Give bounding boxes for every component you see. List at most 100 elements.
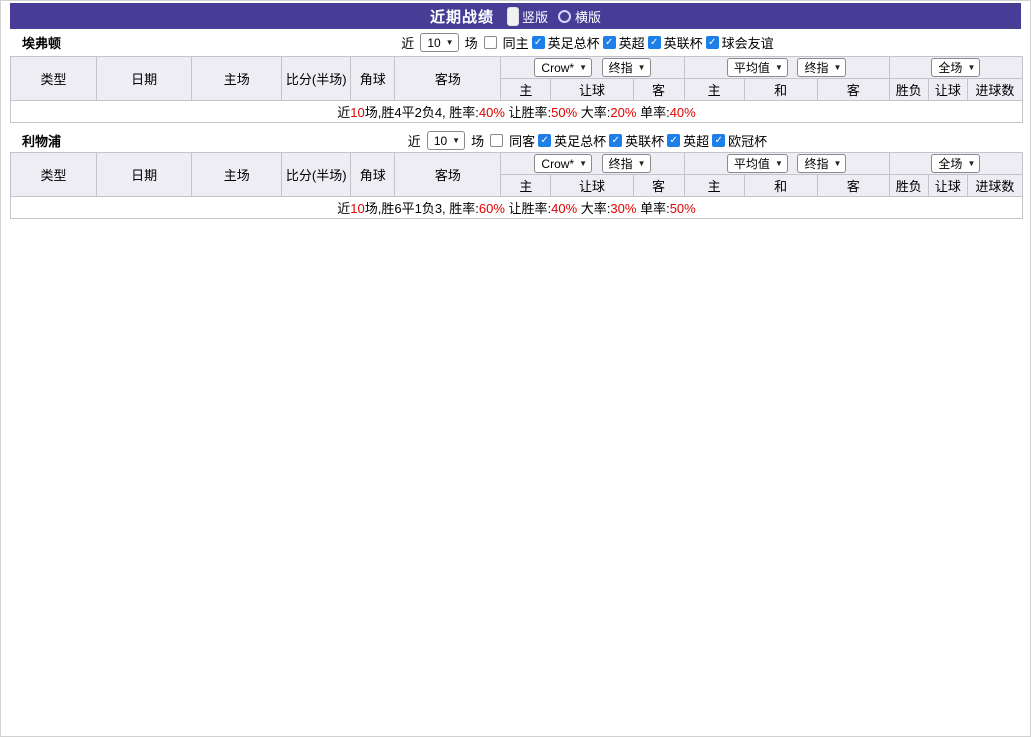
avg-source-select[interactable]: 平均值 ▼ <box>726 58 788 77</box>
radio-selected-icon[interactable] <box>506 6 519 26</box>
league-checkbox-checked-icon[interactable]: ✓ <box>712 134 726 147</box>
col-header-corner: 角球 <box>350 56 396 101</box>
league-checkbox-checked-icon[interactable]: ✓ <box>647 36 661 49</box>
chevron-down-icon: ▼ <box>833 159 842 168</box>
col-header-home: 主场 <box>191 152 283 197</box>
avg-group-header: 平均值 ▼ 终指 ▼ <box>683 56 890 79</box>
sub-header-handicap-result: 让球 <box>927 78 968 101</box>
col-header-home: 主场 <box>191 56 283 101</box>
sub-header-odds-home: 主 <box>500 174 552 197</box>
radio-vertical-layout[interactable]: 竖版 <box>504 6 548 26</box>
same-away-label: 同客 <box>509 134 536 149</box>
league-label: 英足总杯 <box>554 134 607 149</box>
same-home-checkbox[interactable] <box>483 36 497 49</box>
sub-header-goals: 进球数 <box>966 174 1024 197</box>
league-label: 英足总杯 <box>547 36 600 51</box>
sub-header-handicap: 让球 <box>550 174 634 197</box>
page: 近期战绩 竖版 横版 埃弗顿 近 10 ▼ 场 同主 ✓ 英足总杯 ✓ 英超 ✓ 英联杯… <box>0 0 1031 737</box>
league-checkbox-checked-icon[interactable]: ✓ <box>602 36 616 49</box>
title-bar: 近期战绩 竖版 横版 <box>10 3 1021 29</box>
games-label: 场 <box>464 36 478 51</box>
radio-unselected-icon[interactable] <box>558 9 571 23</box>
chevron-down-icon: ▼ <box>637 62 646 72</box>
chevron-down-icon: ▼ <box>833 63 842 72</box>
games-label: 场 <box>471 134 485 149</box>
odds-group-header: Crow* ▼ 终指 ▼ <box>500 56 685 79</box>
everton-matches-table: 类型 日期 主场 比分(半场) 角球 客场 Crow* ▼ 终指 ▼ 平均值 ▼ 终指… <box>9 56 1024 123</box>
same-away-checkbox[interactable] <box>490 134 504 147</box>
odds-source-select[interactable]: Crow* ▼ <box>534 58 593 78</box>
result-scope-select[interactable]: 全场 ▼ <box>931 154 981 173</box>
chevron-down-icon: ▼ <box>774 159 783 168</box>
odds-source-select[interactable]: Crow* ▼ <box>534 154 593 174</box>
col-header-score: 比分(半场) <box>281 56 352 101</box>
sub-header-avg-home: 主 <box>683 78 745 101</box>
col-header-date: 日期 <box>96 152 193 197</box>
league-checkbox-checked-icon[interactable]: ✓ <box>667 134 681 147</box>
sub-header-handicap: 让球 <box>550 78 634 101</box>
avg-time-select[interactable]: 终指 ▼ <box>797 58 847 77</box>
liverpool-filters: 近 10 ▼ 场 同客 ✓ 英足总杯 ✓ 英联杯 ✓ 英超 ✓ 欧冠杯 <box>408 131 767 150</box>
table-header: 类型 日期 主场 比分(半场) 角球 客场 Crow* ▼ 终指 ▼ 平均值 ▼ 终指… <box>9 56 1024 101</box>
sub-header-winloss: 胜负 <box>888 174 929 197</box>
league-label: 球会友谊 <box>721 36 774 51</box>
sub-header-avg-draw: 和 <box>743 78 818 101</box>
chevron-down-icon: ▼ <box>967 63 976 72</box>
col-header-corner: 角球 <box>350 152 396 197</box>
chevron-down-icon: ▼ <box>445 38 454 47</box>
col-header-score: 比分(半场) <box>281 152 352 197</box>
league-label: 英联杯 <box>625 134 665 149</box>
chevron-down-icon: ▼ <box>452 136 461 145</box>
table-header: 类型 日期 主场 比分(半场) 角球 客场 Crow* ▼ 终指 ▼ 平均值 ▼ 终指… <box>9 152 1024 197</box>
sub-header-avg-away: 客 <box>816 174 890 197</box>
section-liverpool-filter-row: 利物浦 近 10 ▼ 场 同客 ✓ 英足总杯 ✓ 英联杯 ✓ 英超 ✓ 欧冠杯 <box>10 129 1021 152</box>
odds-group-header: Crow* ▼ 终指 ▼ <box>500 152 685 175</box>
sub-header-odds-home: 主 <box>500 78 552 101</box>
league-checkbox-checked-icon[interactable]: ✓ <box>531 36 545 49</box>
team-name-liverpool: 利物浦 <box>22 134 62 149</box>
page-title: 近期战绩 <box>429 8 494 26</box>
col-header-away: 客场 <box>394 152 502 197</box>
sub-header-avg-away: 客 <box>816 78 890 101</box>
league-checkbox-checked-icon[interactable]: ✓ <box>705 36 719 49</box>
near-label: 近 <box>401 36 415 51</box>
avg-group-header: 平均值 ▼ 终指 ▼ <box>683 152 890 175</box>
odds-time-select[interactable]: 终指 ▼ <box>601 153 651 173</box>
everton-filters: 近 10 ▼ 场 同主 ✓ 英足总杯 ✓ 英超 ✓ 英联杯 ✓ 球会友谊 <box>401 33 774 52</box>
chevron-down-icon: ▼ <box>967 159 976 168</box>
sub-header-handicap-result: 让球 <box>927 174 968 197</box>
same-home-label: 同主 <box>502 36 529 51</box>
result-group-header: 全场 ▼ <box>888 152 1024 175</box>
sub-header-winloss: 胜负 <box>888 78 929 101</box>
chevron-down-icon: ▼ <box>579 63 588 73</box>
chevron-down-icon: ▼ <box>774 63 783 72</box>
result-scope-select[interactable]: 全场 ▼ <box>931 58 981 77</box>
avg-source-select[interactable]: 平均值 ▼ <box>726 154 788 173</box>
odds-time-select[interactable]: 终指 ▼ <box>601 57 651 77</box>
match-count-select[interactable]: 10 ▼ <box>426 131 466 150</box>
avg-time-select[interactable]: 终指 ▼ <box>797 154 847 173</box>
liverpool-matches-table: 类型 日期 主场 比分(半场) 角球 客场 Crow* ▼ 终指 ▼ 平均值 ▼ 终指… <box>9 152 1024 219</box>
radio-horizontal-layout[interactable]: 横版 <box>558 7 601 26</box>
col-header-type: 类型 <box>9 56 98 101</box>
league-label: 英联杯 <box>663 36 703 51</box>
sub-header-odds-away: 客 <box>632 174 685 197</box>
league-checkbox-checked-icon[interactable]: ✓ <box>538 134 552 147</box>
col-header-away: 客场 <box>394 56 502 101</box>
team-name-everton: 埃弗顿 <box>22 36 62 51</box>
league-label: 英超 <box>683 134 710 149</box>
result-group-header: 全场 ▼ <box>888 56 1024 79</box>
near-label: 近 <box>407 134 421 149</box>
sub-header-avg-draw: 和 <box>743 174 818 197</box>
chevron-down-icon: ▼ <box>579 159 588 169</box>
league-label: 英超 <box>618 36 645 51</box>
radio-horizontal-label: 横版 <box>575 9 602 25</box>
col-header-type: 类型 <box>9 152 98 197</box>
league-checkbox-checked-icon[interactable]: ✓ <box>609 134 623 147</box>
section-everton-filter-row: 埃弗顿 近 10 ▼ 场 同主 ✓ 英足总杯 ✓ 英超 ✓ 英联杯 ✓ 球会友谊 <box>10 29 1021 56</box>
match-count-select[interactable]: 10 ▼ <box>420 33 459 52</box>
everton-summary-row: 近10场,胜4平2负4, 胜率:40% 让胜率:50% 大率:20% 单率:40… <box>10 100 1023 123</box>
sub-header-odds-away: 客 <box>632 78 685 101</box>
col-header-date: 日期 <box>96 56 193 101</box>
sub-header-avg-home: 主 <box>683 174 745 197</box>
